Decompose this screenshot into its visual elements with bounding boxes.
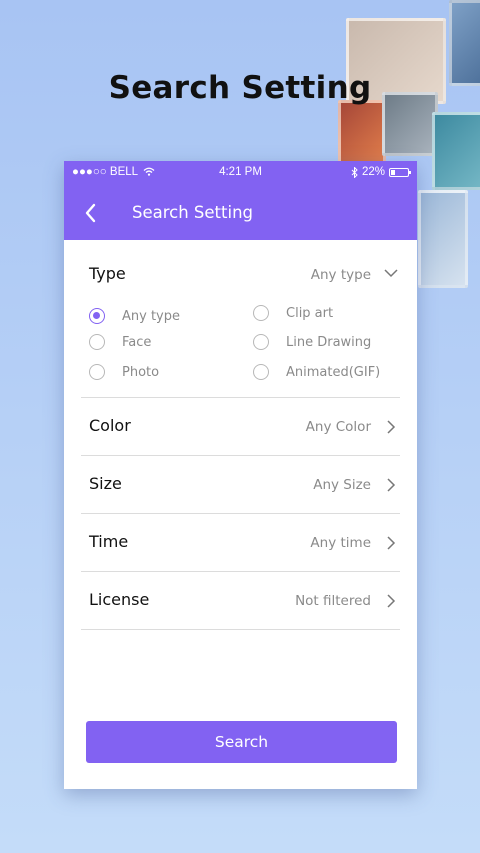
type-label: Type — [89, 264, 126, 283]
radio-button[interactable] — [253, 364, 269, 380]
chevron-down-icon[interactable] — [383, 268, 399, 278]
setting-row-license[interactable]: License Not filtered — [81, 572, 400, 630]
type-option-face[interactable]: Face — [89, 334, 151, 350]
row-label: Color — [89, 416, 131, 435]
row-value: Any time — [310, 535, 371, 551]
radio-button[interactable] — [89, 334, 105, 350]
row-label: Size — [89, 474, 122, 493]
row-value: Any Size — [313, 477, 371, 493]
status-bar: ●●●○○ BELL 4:21 PM 22% — [64, 161, 417, 185]
type-option-line-drawing[interactable]: Line Drawing — [253, 334, 371, 350]
radio-button[interactable] — [253, 334, 269, 350]
type-section: Type Any type Any type Clip art Face Lin… — [81, 240, 400, 398]
type-option-any-type[interactable]: Any type — [89, 308, 180, 324]
battery-icon — [389, 167, 411, 177]
chevron-right-icon — [387, 594, 396, 608]
type-value[interactable]: Any type — [311, 267, 371, 283]
background-photo-tile — [338, 100, 386, 164]
row-label: Time — [89, 532, 129, 551]
radio-button[interactable] — [253, 305, 269, 321]
chevron-left-icon[interactable] — [84, 203, 96, 223]
search-button[interactable]: Search — [86, 721, 397, 763]
setting-row-color[interactable]: Color Any Color — [81, 398, 400, 456]
chevron-right-icon — [387, 536, 396, 550]
background-photo-tile — [432, 112, 480, 190]
chevron-right-icon — [387, 420, 396, 434]
row-value: Any Color — [305, 419, 371, 435]
setting-row-time[interactable]: Time Any time — [81, 514, 400, 572]
radio-button[interactable] — [89, 308, 105, 324]
type-option-animated-gif[interactable]: Animated(GIF) — [253, 364, 380, 380]
background-photo-tile — [418, 190, 468, 288]
settings-list: Type Any type Any type Clip art Face Lin… — [64, 240, 417, 630]
chevron-right-icon — [387, 478, 396, 492]
type-option-photo[interactable]: Photo — [89, 364, 159, 380]
setting-row-size[interactable]: Size Any Size — [81, 456, 400, 514]
nav-title: Search Setting — [132, 203, 254, 222]
page-headline: Search Setting — [108, 70, 372, 106]
nav-bar: Search Setting — [64, 185, 417, 240]
status-right: 22% — [351, 166, 411, 178]
radio-button[interactable] — [89, 364, 105, 380]
row-value: Not filtered — [295, 593, 371, 609]
phone-screen: ●●●○○ BELL 4:21 PM 22% Search Setting Ty… — [64, 161, 417, 789]
battery-percent: 22% — [361, 166, 385, 178]
row-label: License — [89, 590, 150, 609]
bluetooth-icon — [351, 166, 358, 178]
type-option-clip-art[interactable]: Clip art — [253, 305, 333, 321]
